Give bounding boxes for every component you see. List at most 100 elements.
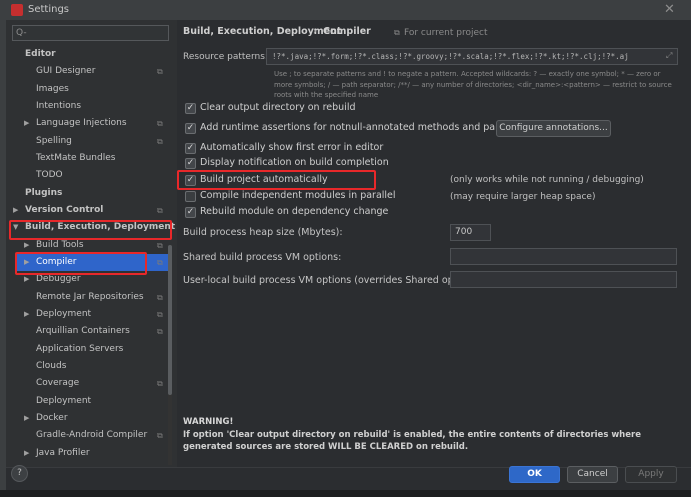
sidebar-item-label: Plugins	[25, 188, 63, 198]
project-level-icon: ⧉	[157, 258, 163, 267]
user-vm-options-input[interactable]	[450, 271, 677, 288]
shared-vm-options-input[interactable]	[450, 248, 677, 265]
tree-scrollbar-thumb[interactable]	[168, 245, 172, 395]
sidebar-item-deployment[interactable]: ▶ Deployment ⧉	[6, 306, 171, 323]
resource-patterns-help: Use ; to separate patterns and ! to nega…	[274, 70, 672, 99]
shared-vm-options-label: Shared build process VM options:	[183, 252, 342, 263]
chevron-right-icon[interactable]: ▶	[24, 115, 29, 132]
chevron-right-icon[interactable]: ▶	[13, 202, 18, 219]
sidebar-item-spelling[interactable]: Spelling ⧉	[6, 133, 171, 150]
highlight-build-automatically	[177, 170, 376, 190]
sidebar-item-label: Version Control	[25, 205, 104, 215]
sidebar-item-plugins[interactable]: Plugins	[6, 185, 171, 202]
ok-button[interactable]: OK	[509, 466, 560, 483]
checkbox-label[interactable]: Display notification on build completion	[200, 157, 389, 168]
resource-patterns-label: Resource patterns:	[183, 52, 268, 62]
checkbox-label[interactable]: Automatically show first error in editor	[200, 142, 383, 153]
window-title: Settings	[28, 4, 70, 15]
sidebar-item-label: Deployment	[36, 309, 92, 319]
project-level-icon: ⧉	[157, 293, 163, 302]
sidebar-item-todo[interactable]: TODO	[6, 167, 171, 184]
sidebar-item-label: Java Profiler	[36, 448, 90, 458]
chevron-right-icon[interactable]: ▶	[24, 410, 29, 427]
project-scope-icon: ⧉	[394, 28, 400, 37]
breadcrumb-current: Compiler	[323, 26, 371, 37]
sidebar-item-images[interactable]: Images	[6, 81, 171, 98]
sidebar-item-label: TextMate Bundles	[36, 153, 116, 163]
sidebar-item-docker[interactable]: ▶ Docker	[6, 410, 171, 427]
sidebar-item-label: Spelling	[36, 136, 72, 146]
sidebar-item-label: Docker	[36, 413, 68, 423]
sidebar-item-label: Coverage	[36, 378, 80, 388]
build-auto-note: (only works while not running / debuggin…	[450, 175, 644, 185]
chevron-right-icon[interactable]: ▶	[24, 445, 29, 462]
checkbox[interactable]: ✓	[185, 123, 196, 134]
sidebar-item-label: GUI Designer	[36, 66, 96, 76]
breadcrumb-parent[interactable]: Build, Execution, Deployment	[183, 26, 341, 37]
checkbox[interactable]: ✓	[185, 207, 196, 218]
project-level-icon: ⧉	[157, 431, 163, 440]
sidebar-item-gradle-android-compiler[interactable]: Gradle-Android Compiler ⧉	[6, 427, 171, 444]
sidebar-item-label: TODO	[36, 170, 63, 180]
sidebar-item-label: Arquillian Containers	[36, 326, 130, 336]
intellij-app-icon	[11, 4, 23, 16]
project-level-icon: ⧉	[157, 310, 163, 319]
project-level-icon: ⧉	[157, 119, 163, 128]
highlight-compiler	[15, 252, 147, 275]
settings-search-input[interactable]	[12, 25, 169, 41]
sidebar-item-gui-designer[interactable]: GUI Designer ⧉	[6, 63, 171, 80]
sidebar-item-label: Gradle-Android Compiler	[36, 430, 148, 440]
sidebar-item-label: Language Injections	[36, 118, 127, 128]
sidebar-item-editor[interactable]: Editor	[6, 46, 171, 63]
sidebar-item-arquillian-containers[interactable]: Arquillian Containers ⧉	[6, 323, 171, 340]
help-button[interactable]: ?	[11, 465, 28, 482]
sidebar-item-textmate-bundles[interactable]: TextMate Bundles	[6, 150, 171, 167]
sidebar-item-clouds[interactable]: Clouds	[6, 358, 171, 375]
checkbox[interactable]	[185, 191, 196, 202]
checkbox-label[interactable]: Add runtime assertions for notnull-annot…	[200, 122, 538, 133]
checkbox[interactable]: ✓	[185, 158, 196, 169]
search-icon: Q-	[16, 28, 27, 38]
sidebar-item-version-control[interactable]: ▶ Version Control ⧉	[6, 202, 171, 219]
checkbox-label[interactable]: Clear output directory on rebuild	[200, 102, 356, 113]
title-bar	[6, 0, 691, 20]
sidebar-item-label: Editor	[25, 49, 56, 59]
warning-text: If option 'Clear output directory on reb…	[183, 430, 641, 452]
project-level-icon: ⧉	[157, 206, 163, 215]
sidebar-item-deployment[interactable]: Deployment	[6, 393, 171, 410]
checkbox[interactable]: ✓	[185, 103, 196, 114]
sidebar-item-label: Deployment	[36, 396, 92, 406]
checkbox-label[interactable]: Rebuild module on dependency change	[200, 206, 388, 217]
apply-button[interactable]: Apply	[625, 466, 677, 483]
taskbar-strip	[0, 490, 691, 497]
sidebar-item-java-profiler[interactable]: ▶ Java Profiler	[6, 445, 171, 462]
project-level-icon: ⧉	[157, 67, 163, 76]
user-vm-options-label: User-local build process VM options (ove…	[183, 275, 484, 286]
configure-annotations-button[interactable]: Configure annotations...	[496, 120, 611, 137]
sidebar-item-intentions[interactable]: Intentions	[6, 98, 171, 115]
sidebar-item-coverage[interactable]: Coverage ⧉	[6, 375, 171, 392]
sidebar-item-label: Remote Jar Repositories	[36, 292, 144, 302]
heap-size-input[interactable]: 700	[450, 224, 491, 241]
project-level-icon: ⧉	[157, 137, 163, 146]
sidebar-item-language-injections[interactable]: ▶ Language Injections ⧉	[6, 115, 171, 132]
expand-field-icon[interactable]: ⤢	[666, 51, 672, 61]
sidebar-item-label: Intentions	[36, 101, 82, 111]
heap-size-label: Build process heap size (Mbytes):	[183, 227, 343, 238]
checkbox-label[interactable]: Compile independent modules in parallel	[200, 190, 396, 201]
close-icon[interactable]: ✕	[664, 2, 675, 17]
sidebar-item-application-servers[interactable]: Application Servers	[6, 341, 171, 358]
sidebar-item-label: Clouds	[36, 361, 67, 371]
project-level-icon: ⧉	[157, 327, 163, 336]
sidebar-item-remote-jar-repositories[interactable]: Remote Jar Repositories ⧉	[6, 289, 171, 306]
sidebar-item-label: Images	[36, 84, 69, 94]
project-level-icon: ⧉	[157, 379, 163, 388]
sidebar-item-label: Application Servers	[36, 344, 124, 354]
highlight-build-execution-deployment	[9, 220, 172, 240]
chevron-right-icon[interactable]: ▶	[24, 306, 29, 323]
breadcrumb-separator: ›	[313, 26, 317, 37]
checkbox[interactable]: ✓	[185, 143, 196, 154]
resource-patterns-input[interactable]: !?*.java;!?*.form;!?*.class;!?*.groovy;!…	[266, 48, 678, 65]
parallel-note: (may require larger heap space)	[450, 192, 596, 202]
cancel-button[interactable]: Cancel	[567, 466, 618, 483]
